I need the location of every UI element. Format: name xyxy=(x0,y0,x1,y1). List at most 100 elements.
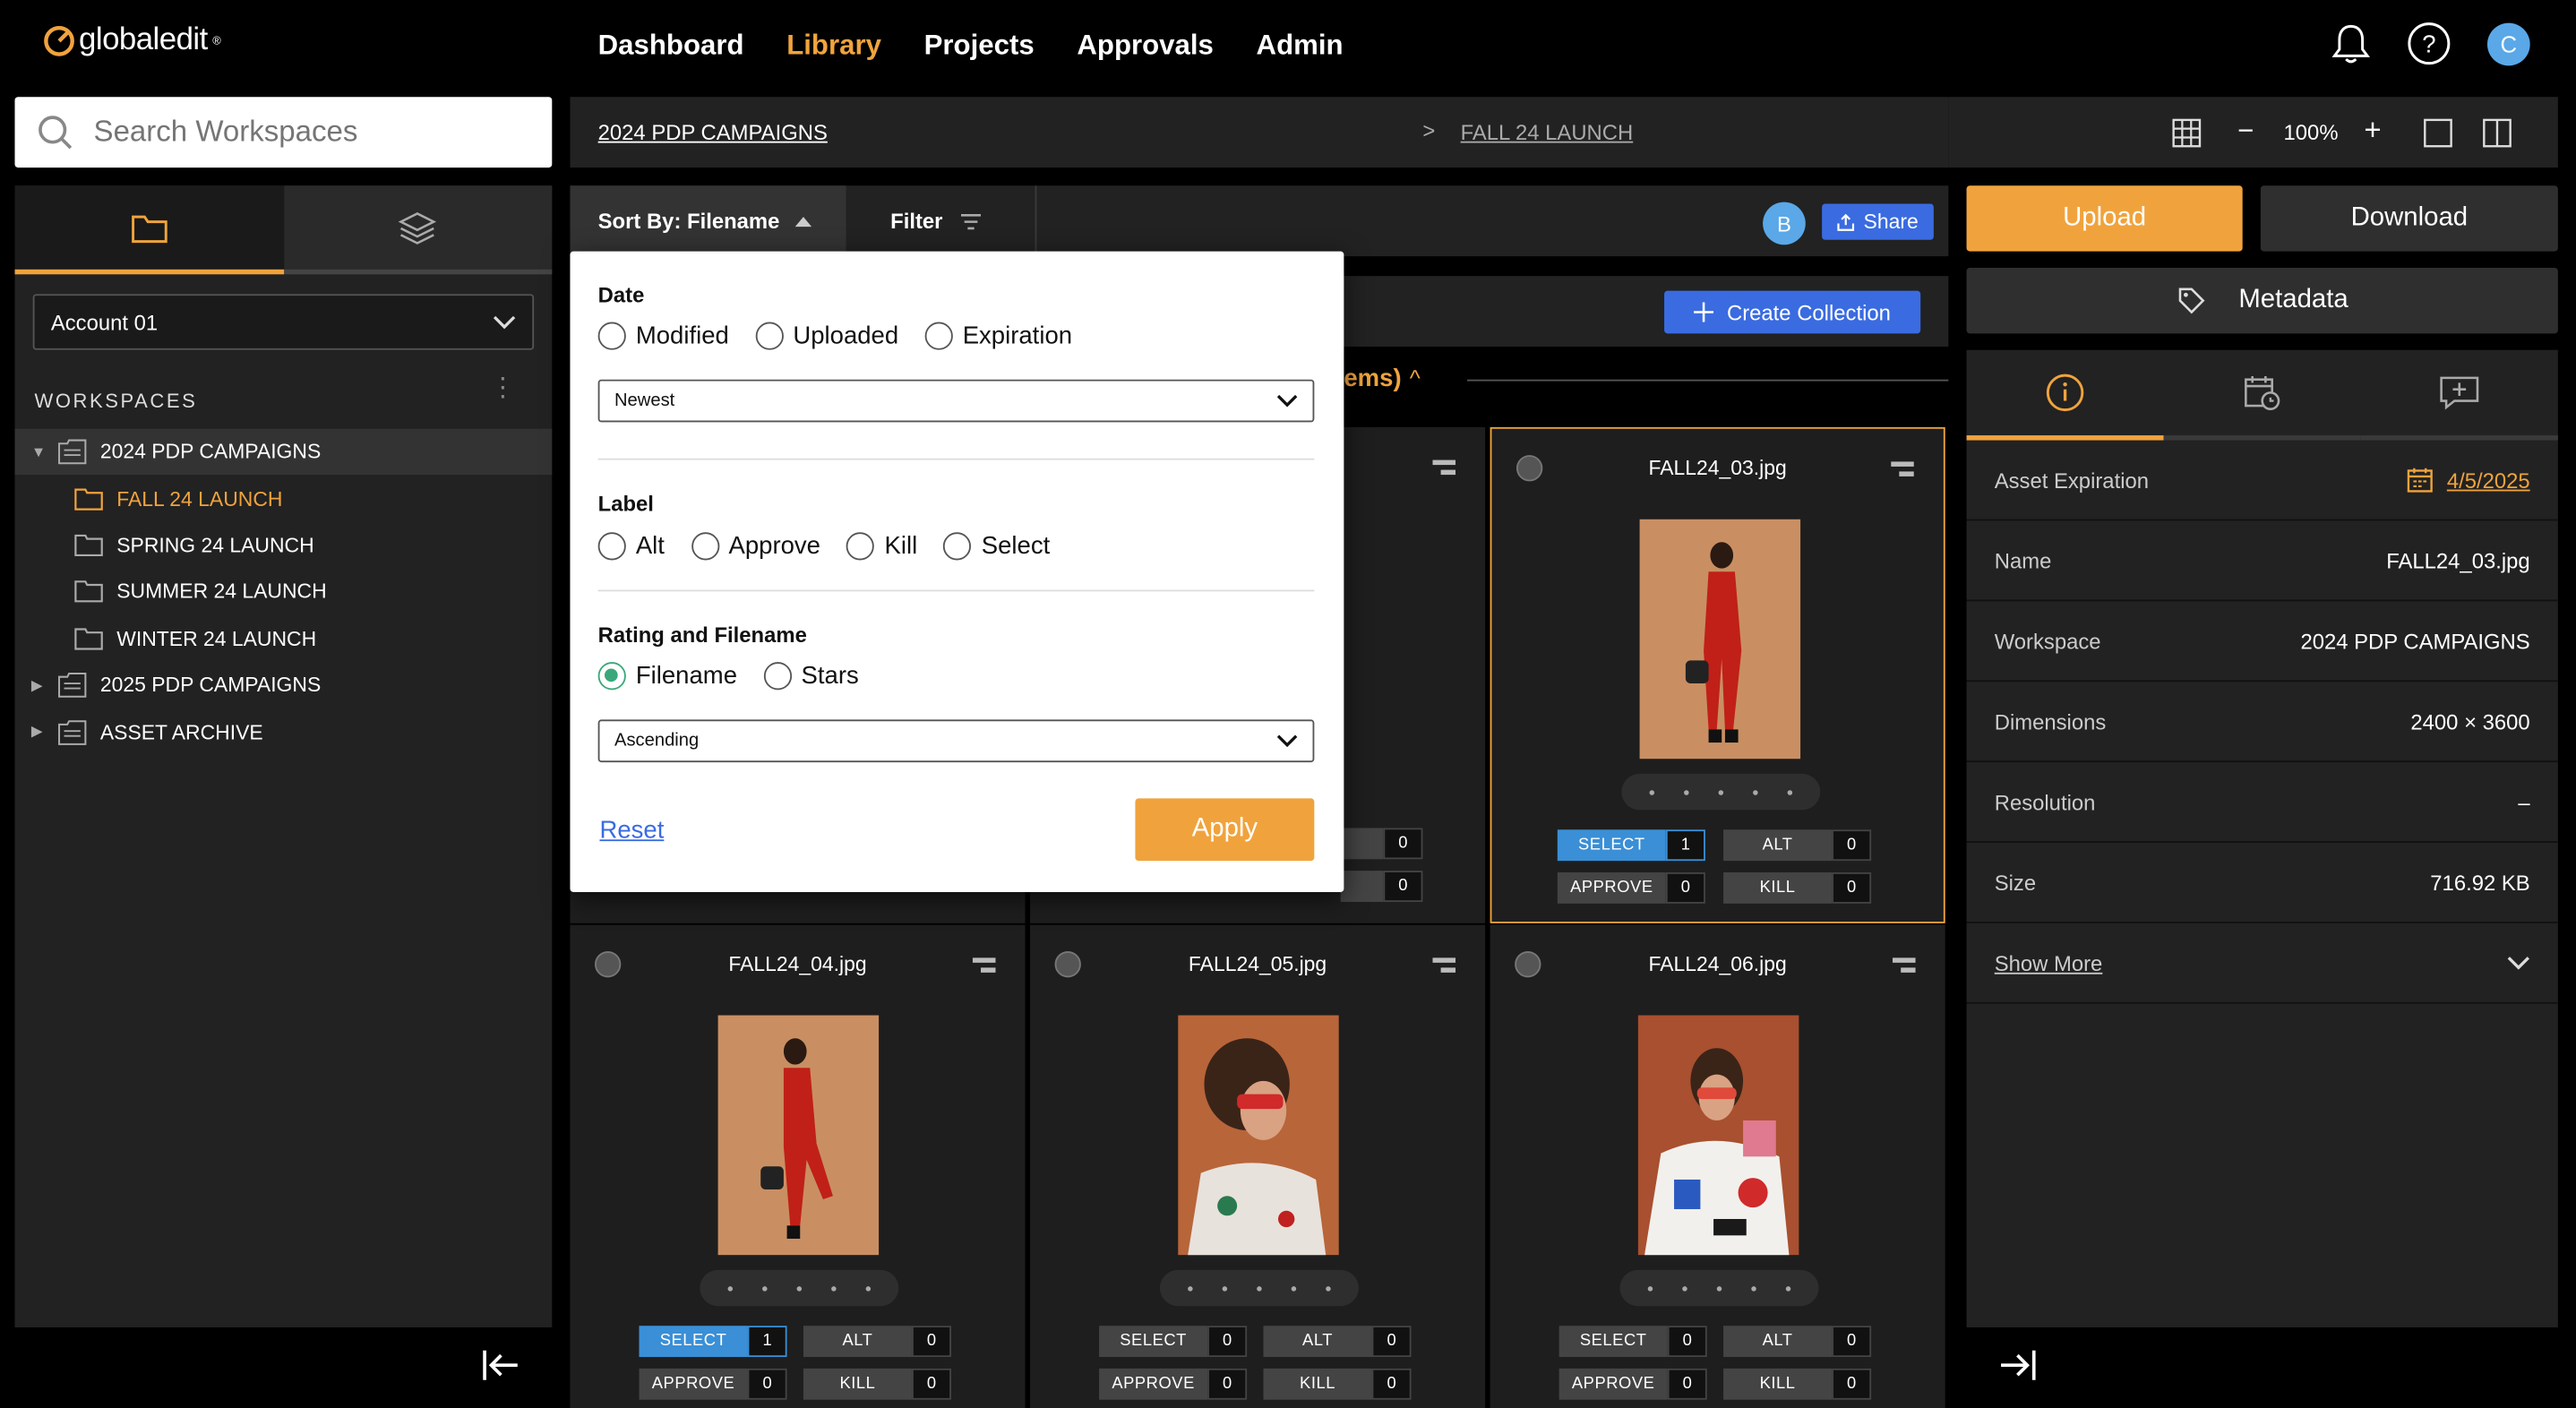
show-more-link[interactable]: Show More xyxy=(1995,950,2103,975)
radio-alt-control[interactable] xyxy=(597,532,626,561)
card-menu-icon[interactable] xyxy=(1432,459,1456,478)
user-avatar[interactable]: C xyxy=(2486,21,2530,65)
kill-pill[interactable]: KILL 0 xyxy=(1263,1368,1412,1400)
zoom-out-button[interactable]: − xyxy=(2237,115,2254,148)
create-collection-button[interactable]: Create Collection xyxy=(1664,290,1921,334)
rating-dots[interactable] xyxy=(1619,1269,1819,1307)
download-button[interactable]: Download xyxy=(2260,185,2558,252)
card-menu-icon[interactable] xyxy=(1432,957,1456,976)
alt-pill[interactable]: ALT 0 xyxy=(1723,829,1872,862)
tab-collections[interactable] xyxy=(283,185,553,275)
tab-history[interactable] xyxy=(2163,350,2361,441)
asset-thumbnail[interactable] xyxy=(1178,1015,1339,1256)
nav-library[interactable]: Library xyxy=(786,30,881,63)
tree-item-winter-24-launch[interactable]: WINTER 24 LAUNCH xyxy=(15,615,553,662)
collaborator-avatar[interactable]: B xyxy=(1763,202,1806,245)
asset-card[interactable]: FALL24_06.jpg SELECT 0 ALT 0 APPROVE 0 KILL… xyxy=(1490,924,1945,1408)
apply-button[interactable]: Apply xyxy=(1135,798,1315,862)
radio-modified-control[interactable] xyxy=(597,322,626,350)
select-pill[interactable]: SELECT 0 xyxy=(1099,1326,1248,1358)
expanded-caret-icon[interactable]: ▼ xyxy=(31,444,51,460)
items-count-label[interactable]: ems) xyxy=(1344,365,1401,392)
collapse-group-icon[interactable]: ^ xyxy=(1410,365,1421,391)
card-menu-icon[interactable] xyxy=(972,957,996,976)
radio-stars[interactable]: Stars xyxy=(763,662,859,691)
tree-item-fall-24-launch[interactable]: FALL 24 LAUNCH xyxy=(15,476,553,522)
breadcrumb-workspace[interactable]: 2024 PDP CAMPAIGNS xyxy=(598,120,828,145)
radio-modified[interactable]: Modified xyxy=(597,322,729,350)
radio-approve-control[interactable] xyxy=(691,532,719,561)
rating-order-select[interactable]: Ascending xyxy=(597,719,1315,763)
approve-pill[interactable]: APPROVE 0 xyxy=(1099,1368,1248,1400)
upload-button[interactable]: Upload xyxy=(1966,185,2243,252)
collapsed-caret-icon[interactable]: ▶ xyxy=(31,723,51,741)
account-select[interactable]: Account 01 xyxy=(32,294,535,350)
kill-pill[interactable]: KILL 0 xyxy=(1723,871,1872,904)
tree-item-2024-pdp-campaigns[interactable]: ▼ 2024 PDP CAMPAIGNS xyxy=(14,428,553,476)
tree-item-2025-pdp-campaigns[interactable]: ▶ 2025 PDP CAMPAIGNS xyxy=(15,662,553,708)
reset-link[interactable]: Reset xyxy=(599,817,664,845)
approve-pill[interactable]: APPROVE 0 xyxy=(1557,871,1705,904)
approve-pill[interactable]: APPROVE 0 xyxy=(1558,1368,1707,1400)
select-pill[interactable]: SELECT 1 xyxy=(639,1326,787,1358)
nav-projects[interactable]: Projects xyxy=(924,30,1035,63)
tree-item-spring-24-launch[interactable]: SPRING 24 LAUNCH xyxy=(15,522,553,569)
tab-info[interactable] xyxy=(1966,350,2164,441)
radio-alt[interactable]: Alt xyxy=(597,532,665,561)
radio-filename-control[interactable] xyxy=(597,662,626,691)
alt-pill[interactable]: ALT 0 xyxy=(803,1326,952,1358)
asset-thumbnail[interactable] xyxy=(1637,1015,1799,1256)
rating-dots[interactable] xyxy=(700,1269,899,1307)
asset-card[interactable]: FALL24_03.jpg SELECT 1 ALT 0 APPROVE 0 KILL… xyxy=(1490,426,1945,923)
collapse-right-icon[interactable] xyxy=(1996,1347,2039,1383)
sort-by-button[interactable]: Sort By: Filename xyxy=(570,185,846,257)
chevron-down-icon[interactable] xyxy=(2507,956,2530,971)
radio-kill[interactable]: Kill xyxy=(846,532,917,561)
radio-kill-control[interactable] xyxy=(846,532,875,561)
asset-card[interactable]: FALL24_04.jpg SELECT 1 ALT 0 APPROVE 0 KILL… xyxy=(570,924,1026,1408)
bell-icon[interactable] xyxy=(2331,22,2371,65)
date-order-select[interactable]: Newest xyxy=(597,379,1315,423)
alt-pill[interactable]: ALT 0 xyxy=(1263,1326,1412,1358)
metadata-button[interactable]: Metadata xyxy=(1966,267,2558,334)
rating-dots[interactable] xyxy=(1621,773,1821,811)
compare-view-icon[interactable] xyxy=(2482,118,2512,148)
collapse-left-icon[interactable] xyxy=(480,1347,523,1383)
filter-button[interactable]: Filter xyxy=(863,185,1037,257)
grid-view-icon[interactable] xyxy=(2172,118,2202,148)
select-pill[interactable]: SELECT 1 xyxy=(1557,829,1705,862)
radio-stars-control[interactable] xyxy=(763,662,792,691)
radio-select[interactable]: Select xyxy=(943,532,1050,561)
radio-filename[interactable]: Filename xyxy=(597,662,737,691)
alt-pill[interactable]: 0 xyxy=(1340,828,1423,860)
rating-dots[interactable] xyxy=(1159,1269,1359,1307)
asset-card[interactable]: FALL24_05.jpg SELECT 0 ALT 0 APPROVE 0 KILL… xyxy=(1030,924,1486,1408)
card-menu-icon[interactable] xyxy=(1891,460,1914,480)
alt-pill[interactable]: ALT 0 xyxy=(1723,1326,1872,1358)
asset-thumbnail[interactable] xyxy=(717,1015,880,1256)
asset-expiration-link[interactable]: 4/5/2025 xyxy=(2408,467,2530,493)
collapsed-caret-icon[interactable]: ▶ xyxy=(31,676,51,694)
single-view-icon[interactable] xyxy=(2423,118,2452,148)
card-menu-icon[interactable] xyxy=(1892,957,1916,976)
kill-pill[interactable]: KILL 0 xyxy=(1723,1368,1872,1400)
search-input[interactable] xyxy=(93,115,505,150)
breadcrumb-folder[interactable]: FALL 24 LAUNCH xyxy=(1461,120,1634,145)
nav-dashboard[interactable]: Dashboard xyxy=(598,30,744,63)
tab-folders[interactable] xyxy=(14,185,284,275)
show-more-row[interactable]: Show More xyxy=(1966,923,2558,1004)
zoom-in-button[interactable]: + xyxy=(2364,114,2381,149)
tree-item-summer-24-launch[interactable]: SUMMER 24 LAUNCH xyxy=(15,569,553,615)
radio-uploaded[interactable]: Uploaded xyxy=(755,322,898,350)
app-logo[interactable]: globaledit ® xyxy=(43,23,221,59)
asset-thumbnail[interactable] xyxy=(1639,519,1801,760)
select-pill[interactable]: SELECT 0 xyxy=(1558,1326,1707,1358)
share-button[interactable]: Share xyxy=(1822,203,1934,240)
radio-select-control[interactable] xyxy=(943,532,972,561)
nav-approvals[interactable]: Approvals xyxy=(1077,30,1213,63)
nav-admin[interactable]: Admin xyxy=(1257,30,1344,63)
radio-approve[interactable]: Approve xyxy=(691,532,820,561)
approve-pill[interactable]: APPROVE 0 xyxy=(639,1368,787,1400)
kill-pill[interactable]: KILL 0 xyxy=(803,1368,952,1400)
kill-pill[interactable]: 0 xyxy=(1340,871,1423,902)
